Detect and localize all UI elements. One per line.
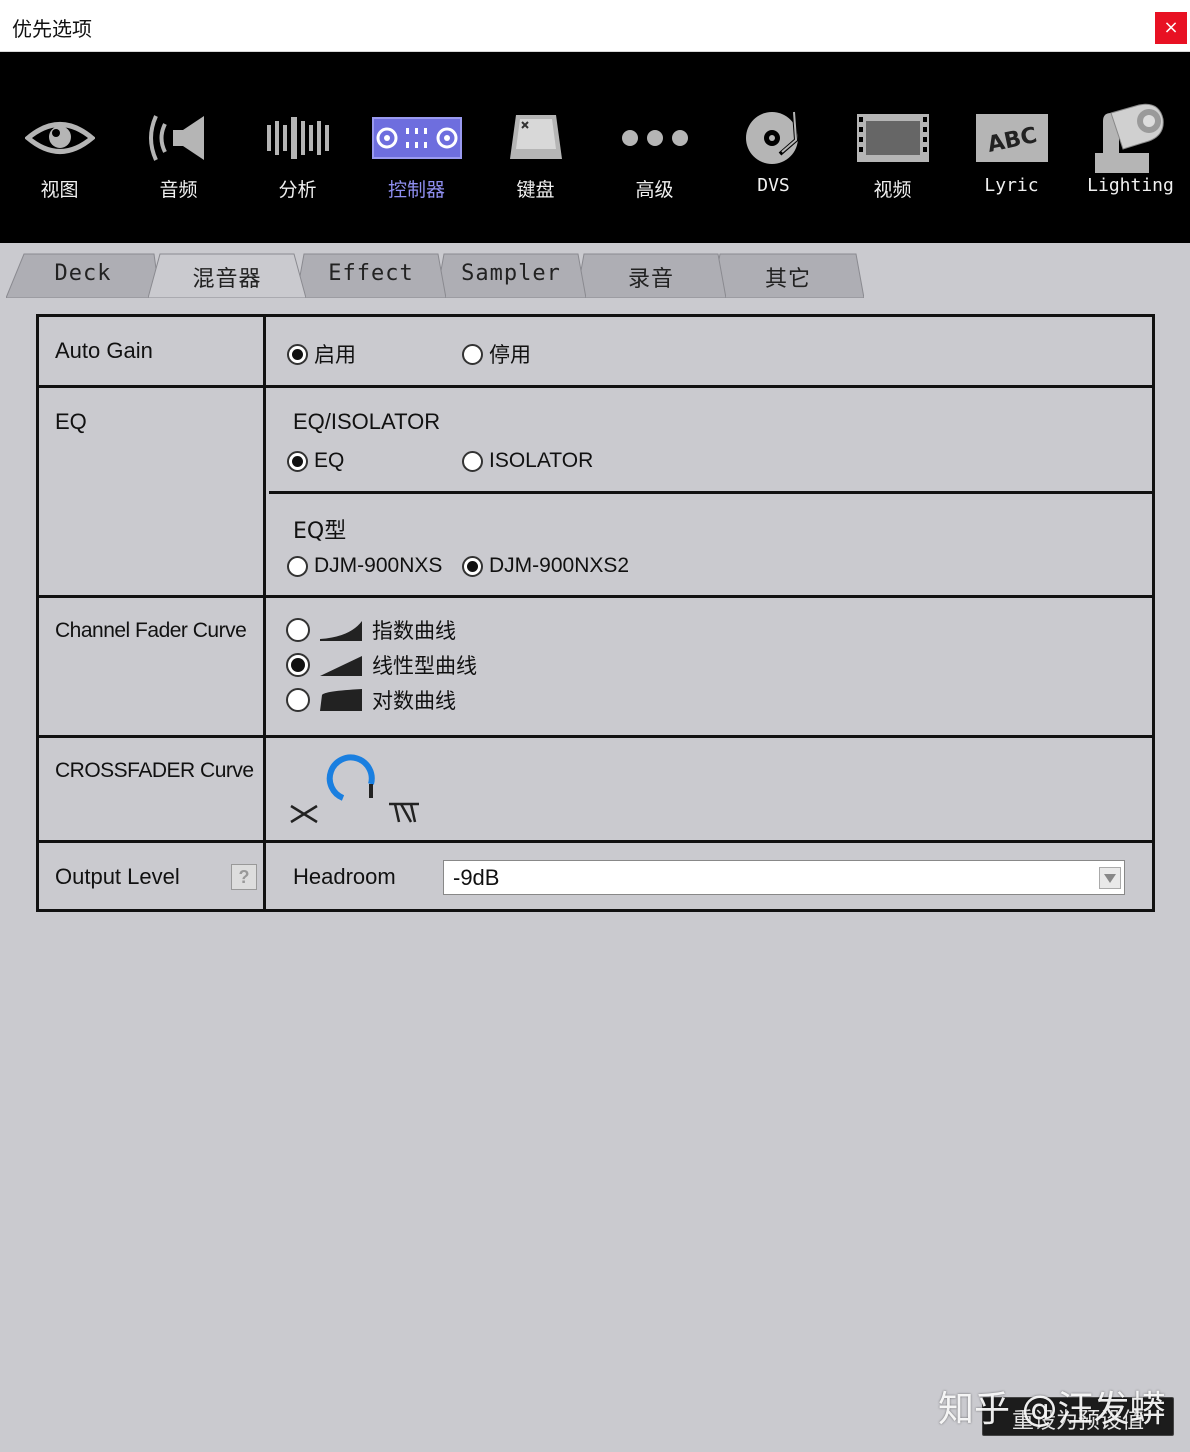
toolbar-label: 控制器 — [387, 179, 445, 201]
divider — [269, 491, 1152, 494]
tab-bar: Deck 其它 录音 Sampler Effect 混音器 — [0, 243, 1190, 298]
tab-other[interactable]: 其它 — [712, 252, 864, 298]
tab-effect[interactable]: Effect — [296, 252, 446, 298]
moving-light-icon — [1086, 103, 1176, 173]
speaker-icon — [134, 104, 224, 172]
toolbar-label: Lyric — [984, 175, 1039, 196]
category-toolbar: 视图 音频 分析 控制器 键盘 高级 DVS 视频 ABC Lyric Ligh… — [0, 52, 1190, 243]
tab-label: 混音器 — [192, 267, 262, 292]
eq-type-900nxs2-radio[interactable]: DJM-900NXS2 — [462, 554, 629, 578]
headroom-select[interactable]: -9dB — [443, 860, 1125, 895]
tab-recording[interactable]: 录音 — [576, 252, 726, 298]
radio-unchecked — [286, 618, 310, 642]
auto-gain-label: Auto Gain — [55, 338, 153, 363]
toolbar-label: 音频 — [159, 179, 198, 201]
eq-mode-eq-radio[interactable]: EQ — [287, 449, 344, 473]
radio-unchecked — [287, 555, 308, 577]
tab-deck[interactable]: Deck — [6, 252, 160, 298]
tab-label: Effect — [328, 261, 414, 286]
radio-checked — [287, 343, 308, 365]
radio-checked — [286, 653, 310, 677]
radio-checked — [287, 450, 308, 472]
toolbar-item-analysis[interactable]: 分析 — [238, 52, 357, 243]
toolbar-label: 分析 — [278, 179, 317, 201]
film-icon — [848, 104, 938, 172]
tab-label: Sampler — [461, 261, 561, 286]
output-level-label: Output Level — [55, 864, 180, 889]
turntable-icon — [729, 104, 819, 172]
auto-gain-on-radio[interactable]: 启用 — [287, 339, 356, 369]
tab-sampler[interactable]: Sampler — [436, 252, 586, 298]
chevron-down-icon[interactable] — [1099, 867, 1121, 889]
linear-curve-icon — [320, 656, 362, 676]
mixer-settings-table: Auto Gain 启用 停用 EQ EQ/ISOLATOR EQ ISOLAT… — [36, 314, 1155, 912]
toolbar-item-advanced[interactable]: 高级 — [595, 52, 714, 243]
radio-unchecked — [462, 450, 483, 472]
row-channel-fader-curve: Channel Fader Curve 指数曲线 线性型曲线 对数曲线 — [39, 598, 1152, 738]
toolbar-item-video[interactable]: 视频 — [833, 52, 952, 243]
eq-type-title: EQ型 — [293, 519, 347, 544]
toolbar-item-keyboard[interactable]: 键盘 — [476, 52, 595, 243]
auto-gain-off-radio[interactable]: 停用 — [462, 339, 531, 369]
crossfader-curve-knob[interactable] — [289, 754, 425, 826]
exponential-curve-icon — [320, 621, 362, 641]
toolbar-item-view[interactable]: 视图 — [0, 52, 119, 243]
crossfader-label: CROSSFADER Curve — [55, 759, 254, 782]
fader-curve-linear-radio[interactable]: 线性型曲线 — [286, 650, 477, 680]
headroom-value: -9dB — [453, 865, 500, 890]
waveform-bars-icon — [253, 104, 343, 172]
row-crossfader-curve: CROSSFADER Curve — [39, 738, 1152, 843]
toolbar-label: 视频 — [873, 179, 912, 201]
toolbar-item-dvs[interactable]: DVS — [714, 52, 833, 243]
eq-type-900nxs-radio[interactable]: DJM-900NXS — [287, 554, 442, 578]
row-auto-gain: Auto Gain 启用 停用 — [39, 317, 1152, 388]
eye-icon — [15, 104, 105, 172]
fader-curve-logarithmic-radio[interactable]: 对数曲线 — [286, 685, 456, 715]
toolbar-label: 高级 — [635, 179, 674, 201]
window-title: 优先选项 — [12, 17, 92, 41]
abc-icon: ABC — [967, 104, 1057, 172]
toolbar-label: 键盘 — [516, 179, 555, 201]
title-bar: 优先选项 × — [0, 0, 1190, 52]
ellipsis-icon — [610, 104, 700, 172]
help-icon[interactable]: ? — [231, 864, 257, 890]
watermark: 知乎 @汪发蟒 — [938, 1389, 1166, 1430]
tab-label: Deck — [54, 261, 112, 286]
controller-icon — [371, 104, 462, 172]
channel-fader-label: Channel Fader Curve — [55, 619, 247, 642]
tab-label: 其它 — [764, 267, 811, 292]
tab-mixer[interactable]: 混音器 — [148, 252, 306, 298]
toolbar-item-audio[interactable]: 音频 — [119, 52, 238, 243]
radio-unchecked — [462, 343, 483, 365]
headroom-label: Headroom — [293, 864, 396, 889]
eq-mode-isolator-radio[interactable]: ISOLATOR — [462, 449, 593, 473]
fader-curve-exponential-radio[interactable]: 指数曲线 — [286, 615, 456, 645]
logarithmic-curve-icon — [320, 689, 362, 711]
radio-checked — [462, 555, 483, 577]
row-output-level: Output Level ? Headroom -9dB — [39, 843, 1152, 909]
toolbar-item-lighting[interactable]: Lighting — [1071, 52, 1190, 243]
keyboard-key-icon — [491, 104, 581, 172]
close-button[interactable]: × — [1155, 12, 1187, 44]
toolbar-label: Lighting — [1087, 175, 1174, 196]
toolbar-label: DVS — [757, 175, 790, 196]
row-eq: EQ EQ/ISOLATOR EQ ISOLATOR EQ型 DJM-900NX… — [39, 388, 1152, 598]
eq-label: EQ — [55, 409, 87, 434]
tab-label: 录音 — [627, 267, 674, 292]
radio-unchecked — [286, 688, 310, 712]
toolbar-label: 视图 — [40, 179, 79, 201]
toolbar-item-lyric[interactable]: ABC Lyric — [952, 52, 1071, 243]
eq-isolator-title: EQ/ISOLATOR — [293, 409, 441, 434]
toolbar-item-controller[interactable]: 控制器 — [357, 52, 476, 243]
